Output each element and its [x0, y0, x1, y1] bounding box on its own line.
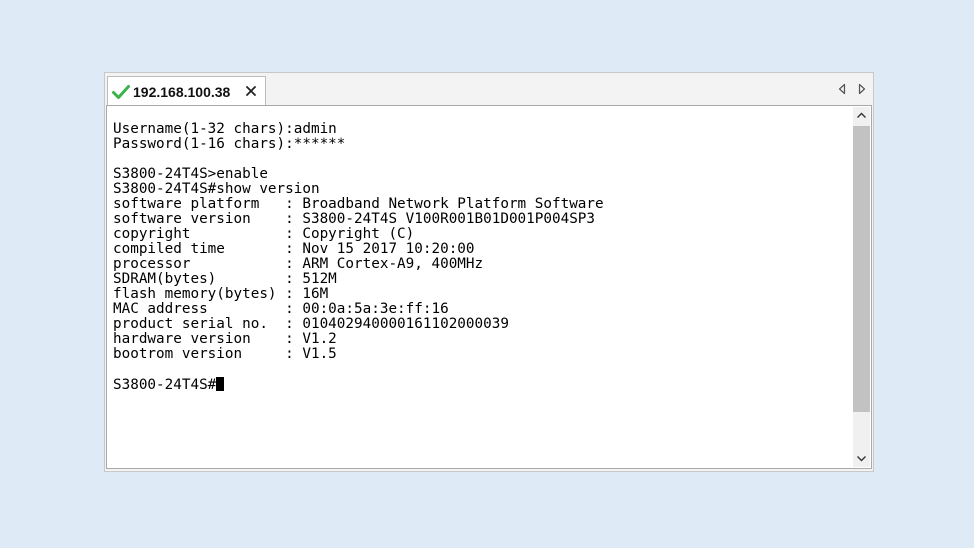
- close-icon[interactable]: [245, 85, 257, 97]
- check-icon: [112, 84, 130, 99]
- terminal-prompt-line: S3800-24T4S#: [113, 377, 843, 393]
- terminal-line: SDRAM(bytes) : 512M: [113, 271, 337, 287]
- arrow-right-icon[interactable]: [857, 83, 867, 95]
- vertical-scrollbar[interactable]: [853, 107, 870, 467]
- terminal-frame: Username(1-32 chars):admin Password(1-16 …: [106, 105, 872, 469]
- scroll-thumb[interactable]: [853, 126, 870, 412]
- terminal-line: software version : S3800-24T4S V100R001B…: [113, 211, 596, 227]
- terminal-prompt: S3800-24T4S#: [113, 377, 217, 393]
- tab-title: 192.168.100.38: [133, 83, 231, 100]
- terminal-line: MAC address : 00:0a:5a:3e:ff:16: [113, 301, 449, 317]
- terminal-line: copyright : Copyright (C): [113, 226, 415, 242]
- terminal-line: processor : ARM Cortex-A9, 400MHz: [113, 256, 484, 272]
- terminal-line: compiled time : Nov 15 2017 10:20:00: [113, 241, 475, 257]
- terminal-line: hardware version : V1.2: [113, 331, 337, 347]
- tab-bar: 192.168.100.38: [105, 73, 873, 106]
- terminal-line: flash memory(bytes) : 16M: [113, 286, 329, 302]
- terminal-line: S3800-24T4S#show version: [113, 181, 320, 197]
- terminal-line: Username(1-32 chars):admin: [113, 122, 337, 137]
- terminal-window: 192.168.100.38 Username(1-32 chars):admi…: [104, 72, 874, 472]
- text-cursor: [216, 377, 225, 391]
- terminal-line: Password(1-16 chars):******: [113, 136, 346, 152]
- scroll-up-icon[interactable]: [853, 107, 870, 124]
- terminal-line: bootrom version : V1.5: [113, 346, 337, 362]
- terminal-line: software platform : Broadband Network Pl…: [113, 196, 604, 212]
- tab-session[interactable]: 192.168.100.38: [107, 76, 266, 106]
- arrow-left-icon[interactable]: [837, 83, 847, 95]
- terminal-line: product serial no. : 0104029400001611020…: [113, 316, 509, 332]
- terminal-line: S3800-24T4S>enable: [113, 166, 268, 182]
- terminal-output[interactable]: Username(1-32 chars):admin Password(1-16 …: [113, 122, 843, 462]
- scroll-down-icon[interactable]: [853, 450, 870, 467]
